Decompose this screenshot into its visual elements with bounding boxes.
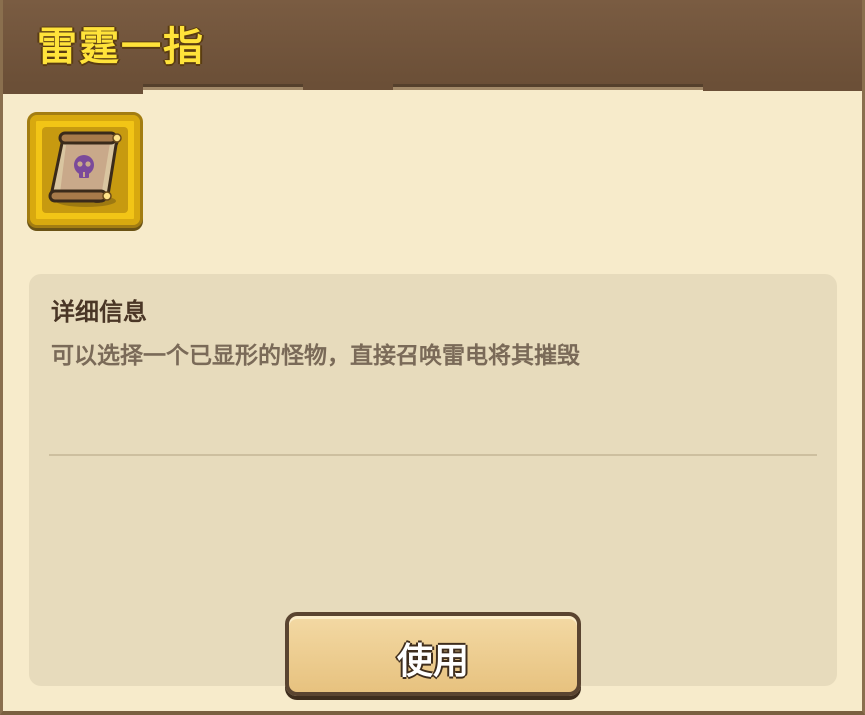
use-button[interactable]: 使用 — [285, 612, 581, 696]
dialog-header: 雷霆一指 — [3, 0, 862, 94]
use-button-label: 使用 — [396, 641, 469, 682]
header-edge — [703, 84, 862, 91]
details-heading: 详细信息 — [51, 298, 147, 326]
item-slot[interactable] — [27, 112, 143, 228]
item-description: 可以选择一个已显形的怪物，直接召唤雷电将其摧毁 — [51, 343, 580, 369]
header-edge — [3, 84, 143, 94]
item-detail-dialog: 雷霆一指 详细信息 可以选择一个已显形的怪物，直接召唤雷电将其摧毁 使用 — [0, 0, 865, 715]
scroll-skull-icon — [48, 131, 122, 207]
divider — [49, 454, 817, 456]
dialog-title: 雷霆一指 — [37, 24, 205, 70]
header-edge — [303, 84, 393, 90]
